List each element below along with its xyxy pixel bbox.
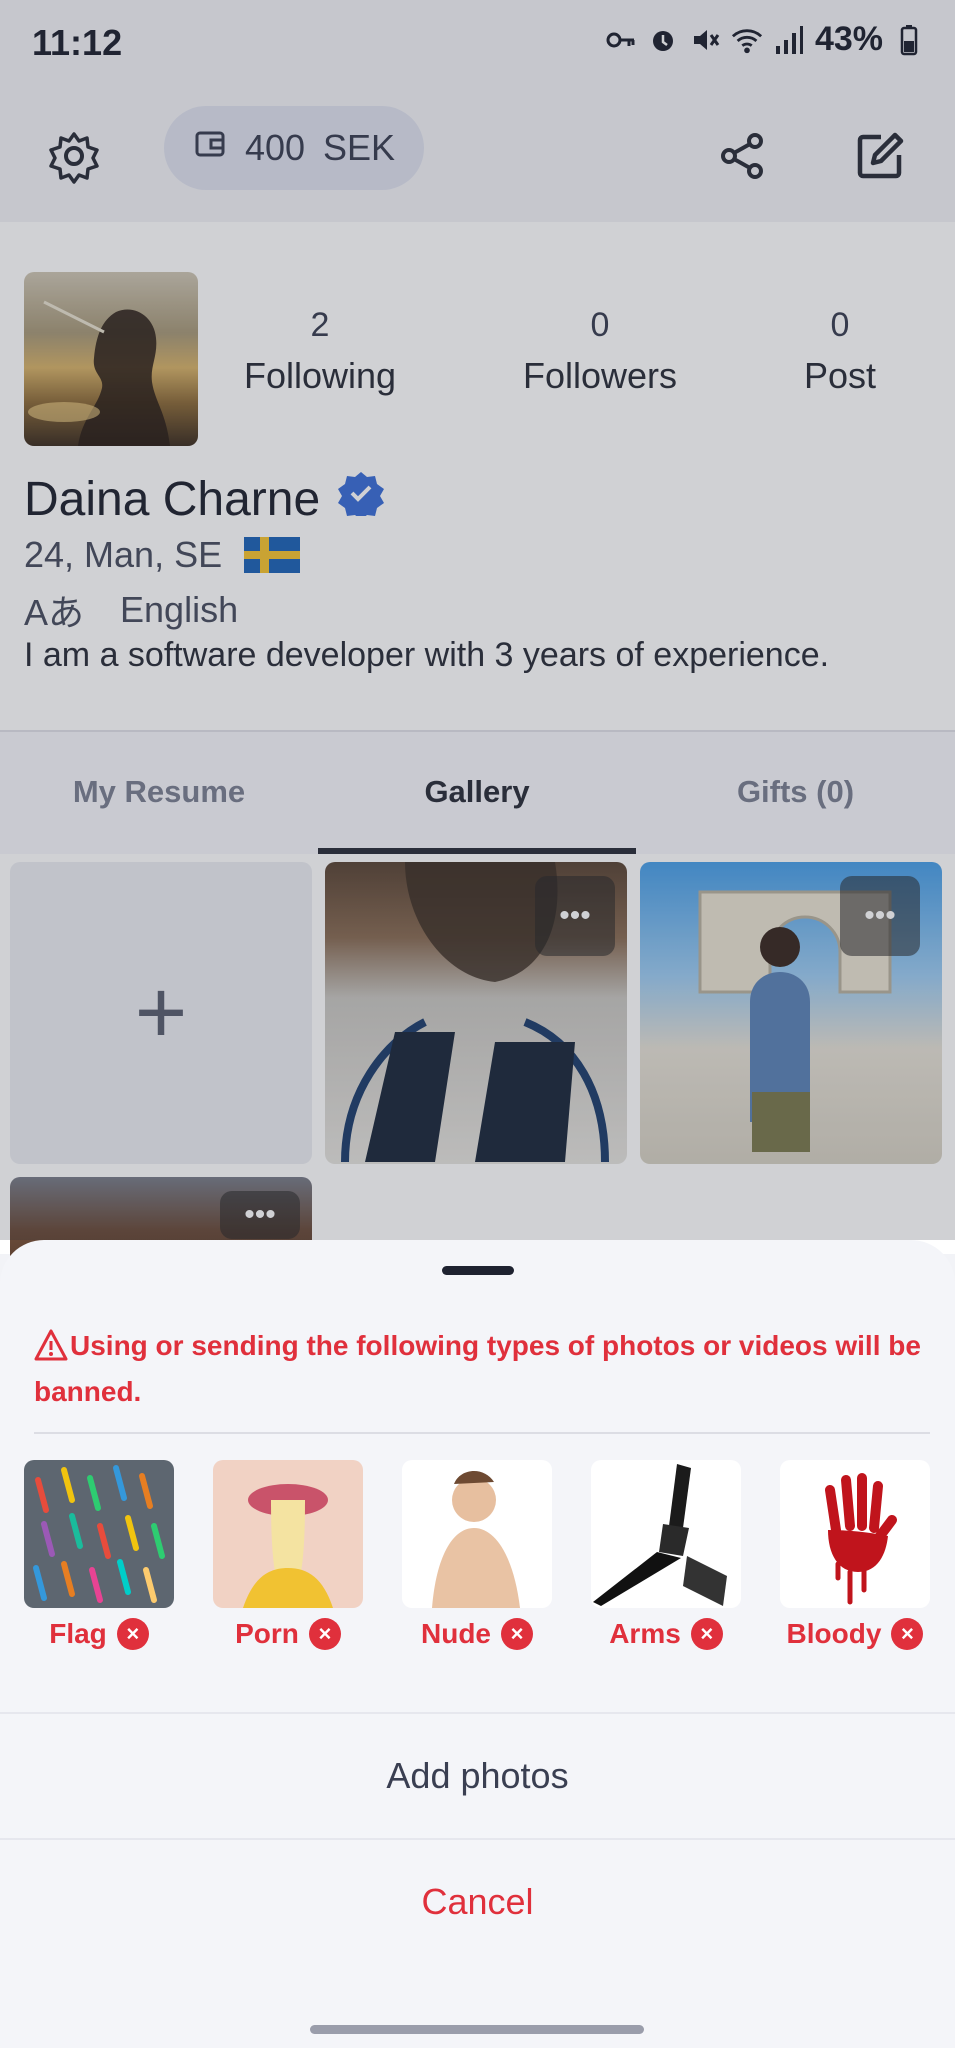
banned-category-bloody: Bloody ×	[780, 1460, 930, 1650]
banned-x-icon: ×	[308, 1618, 341, 1650]
banned-x-icon: ×	[501, 1618, 533, 1650]
banned-x-icon: ×	[891, 1618, 924, 1650]
ban-warning-text: Using or sending the following types of …	[34, 1330, 921, 1407]
banned-label-flag: Flag	[49, 1618, 107, 1649]
banned-flag-image	[24, 1460, 174, 1608]
banned-arms-image	[591, 1460, 741, 1608]
sheet-divider	[34, 1432, 930, 1434]
banned-x-icon: ×	[116, 1618, 149, 1650]
banned-x-icon: ×	[690, 1618, 723, 1650]
home-indicator[interactable]	[310, 2025, 644, 2034]
banned-label-porn: Porn	[235, 1618, 299, 1649]
scrim-overlay[interactable]	[0, 0, 955, 1240]
banned-bloody-image	[780, 1460, 930, 1608]
sheet-drag-handle[interactable]	[442, 1266, 514, 1275]
banned-category-flag: Flag ×	[24, 1460, 174, 1650]
banned-category-arms: Arms ×	[591, 1460, 741, 1650]
banned-nude-image	[402, 1460, 552, 1608]
cancel-button[interactable]: Cancel	[0, 1840, 955, 1964]
ban-warning: Using or sending the following types of …	[34, 1326, 924, 1412]
banned-label-bloody: Bloody	[786, 1618, 882, 1649]
add-photos-button[interactable]: Add photos	[0, 1714, 955, 1838]
banned-category-nude: Nude ×	[402, 1460, 552, 1650]
banned-label-nude: Nude	[421, 1618, 491, 1649]
banned-porn-image	[213, 1460, 363, 1608]
warning-triangle-icon	[34, 1329, 68, 1372]
banned-label-arms: Arms	[609, 1618, 681, 1649]
banned-category-porn: Porn ×	[213, 1460, 363, 1650]
